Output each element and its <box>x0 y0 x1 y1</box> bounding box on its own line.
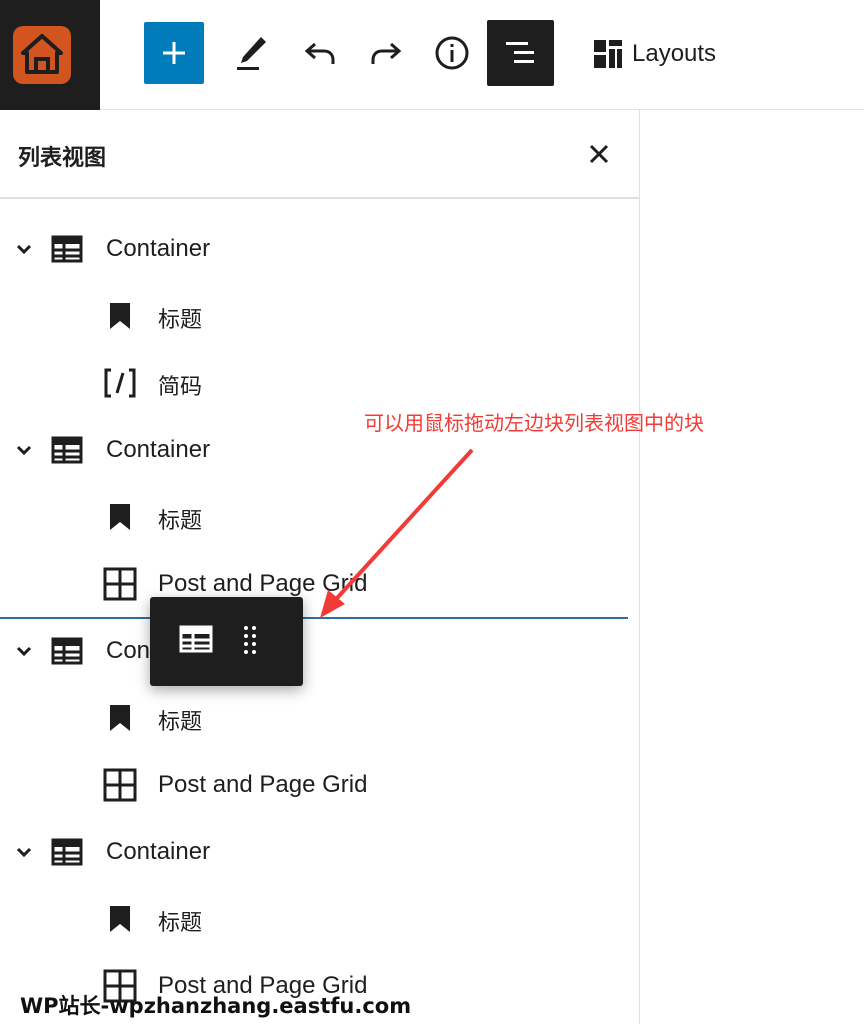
list-view-icon <box>505 42 534 63</box>
list-item-label: Container <box>106 235 211 262</box>
bookmark-icon <box>103 902 137 936</box>
list-item-container[interactable]: Container <box>0 822 639 882</box>
list-item-shortcode[interactable]: 简码 <box>0 353 639 413</box>
list-item-label: Container <box>106 436 211 463</box>
tools-button[interactable] <box>222 22 282 84</box>
chevron-down-icon[interactable] <box>12 840 36 864</box>
layouts-label: Layouts <box>632 40 717 67</box>
redo-icon <box>371 42 402 64</box>
panel-header: 列表视图 <box>0 110 639 199</box>
chevron-down-icon[interactable] <box>12 438 36 462</box>
annotation-arrow <box>320 448 474 618</box>
list-item-heading[interactable]: 标题 <box>0 688 639 748</box>
layouts-button[interactable]: Layouts <box>592 32 716 76</box>
house-icon <box>13 26 71 84</box>
list-item-label: 标题 <box>158 308 203 333</box>
table-icon <box>50 433 84 467</box>
list-item-label: 简码 <box>158 375 203 400</box>
dragged-block-chip[interactable] <box>150 597 303 686</box>
site-icon-button[interactable] <box>0 0 100 110</box>
list-item-label: Post and Page Grid <box>158 771 368 798</box>
table-icon <box>50 232 84 266</box>
plus-icon <box>163 42 185 64</box>
list-item-label: Con <box>106 637 151 664</box>
bookmark-icon <box>103 299 137 333</box>
chevron-down-icon[interactable] <box>12 639 36 663</box>
list-item-label: 标题 <box>158 509 203 534</box>
undo-button[interactable] <box>290 22 350 84</box>
grid-icon <box>103 768 137 802</box>
close-panel-button[interactable] <box>583 138 615 170</box>
details-button[interactable] <box>422 22 482 84</box>
watermark: WP站长-wpzhanzhang.eastfu.com <box>20 994 412 1018</box>
table-icon <box>50 634 84 668</box>
panel-title: 列表视图 <box>18 146 107 171</box>
list-item-label: Container <box>106 838 211 865</box>
close-icon <box>589 144 609 164</box>
shortcode-icon <box>103 366 137 400</box>
bookmark-icon <box>103 701 137 735</box>
chevron-down-icon[interactable] <box>12 237 36 261</box>
bookmark-icon <box>103 500 137 534</box>
add-block-button[interactable] <box>144 22 204 84</box>
editor-toolbar: Layouts <box>0 0 864 110</box>
table-icon <box>50 835 84 869</box>
layouts-icon <box>594 40 622 68</box>
list-item-heading[interactable]: 标题 <box>0 286 639 346</box>
list-item-label: 标题 <box>158 710 203 735</box>
list-item-heading[interactable]: 标题 <box>0 889 639 949</box>
info-icon <box>435 36 469 70</box>
table-icon <box>178 621 214 657</box>
list-item-container[interactable]: Container <box>0 219 639 279</box>
redo-button[interactable] <box>356 22 416 84</box>
pencil-icon <box>237 37 266 70</box>
undo-icon <box>304 42 335 64</box>
list-item-label: 标题 <box>158 911 203 936</box>
annotation-text: 可以用鼠标拖动左边块列表视图中的块 <box>364 411 704 435</box>
list-item-container[interactable]: Con <box>0 621 639 681</box>
grid-icon <box>103 567 137 601</box>
drag-handle-icon[interactable] <box>242 624 258 656</box>
list-view-button[interactable] <box>487 20 554 86</box>
list-item-post-grid[interactable]: Post and Page Grid <box>0 755 639 815</box>
